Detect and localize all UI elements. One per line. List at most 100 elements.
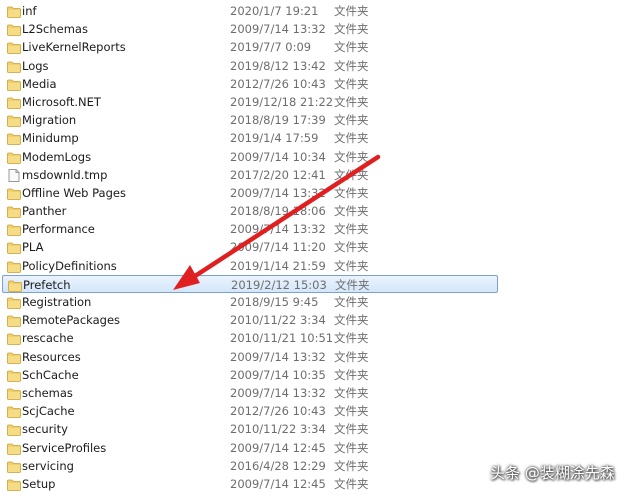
- folder-icon: [7, 405, 21, 419]
- file-name: PolicyDefinitions: [22, 258, 117, 273]
- file-row[interactable]: RemotePackages 2010/11/22 3:34 文件夹: [0, 311, 640, 329]
- modified-date: 2009/7/14 12:45: [230, 440, 326, 455]
- item-type: 文件夹: [334, 349, 369, 364]
- file-name: ServiceProfiles: [22, 440, 107, 455]
- modified-date: 2009/7/14 13:32: [230, 185, 326, 200]
- item-type: 文件夹: [334, 4, 369, 18]
- item-type: 文件夹: [334, 167, 369, 182]
- modified-date: 2019/12/18 21:22: [230, 94, 334, 109]
- item-type: 文件夹: [334, 40, 369, 55]
- file-row[interactable]: PLA 2009/7/14 11:20 文件夹: [0, 238, 640, 256]
- modified-date: 2019/2/12 15:03: [231, 277, 327, 292]
- item-type: 文件夹: [334, 149, 369, 164]
- folder-icon: [8, 279, 22, 292]
- modified-date: 2018/8/19 18:06: [230, 204, 326, 219]
- folder-icon: [7, 5, 21, 18]
- modified-date: 2009/7/14 10:34: [230, 149, 326, 164]
- modified-date: 2017/2/20 12:41: [230, 167, 326, 182]
- file-row[interactable]: Performance 2009/7/14 13:32 文件夹: [0, 220, 640, 238]
- file-row[interactable]: rescache 2010/11/21 10:51 文件夹: [0, 329, 640, 347]
- file-row[interactable]: msdownld.tmp 2017/2/20 12:41 文件夹: [0, 166, 640, 184]
- modified-date: 2009/7/14 12:45: [230, 476, 326, 491]
- folder-icon: [7, 314, 21, 328]
- modified-date: 2018/9/15 9:45: [230, 295, 319, 309]
- folder-icon: [7, 369, 21, 382]
- modified-date: 2019/1/4 17:59: [230, 131, 319, 146]
- modified-date: 2009/7/14 13:32: [230, 385, 326, 400]
- modified-date: 2009/7/14 13:32: [230, 222, 326, 237]
- folder-icon: [7, 260, 21, 273]
- file-row[interactable]: security 2010/11/22 3:34 文件夹: [0, 420, 640, 438]
- item-type: 文件夹: [334, 404, 369, 419]
- file-name: rescache: [22, 331, 74, 346]
- folder-icon: [7, 296, 21, 309]
- file-row-selected[interactable]: Prefetch 2019/2/12 15:03 文件夹: [2, 274, 498, 293]
- file-row[interactable]: Registration 2018/9/15 9:45 文件夹: [0, 293, 640, 311]
- item-type: 文件夹: [334, 58, 369, 73]
- item-type: 文件夹: [334, 222, 369, 237]
- file-name: Minidump: [22, 131, 79, 146]
- folder-icon: [7, 114, 21, 128]
- folder-icon: [7, 78, 21, 91]
- folder-icon: [7, 478, 21, 491]
- file-name: Offline Web Pages: [22, 185, 126, 200]
- folder-icon: [7, 187, 21, 200]
- modified-date: 2018/8/19 17:39: [230, 113, 326, 128]
- file-list: inf 2020/1/7 19:21 文件夹 L2Schemas 2009/7/14 1…: [0, 2, 640, 493]
- file-row[interactable]: PolicyDefinitions 2019/1/14 21:59 文件夹: [0, 257, 640, 275]
- modified-date: 2009/7/14 11:20: [230, 240, 326, 255]
- file-row[interactable]: LiveKernelReports 2019/7/7 0:09 文件夹: [0, 38, 640, 56]
- folder-icon: [7, 241, 21, 255]
- item-type: 文件夹: [334, 131, 369, 146]
- folder-icon: [7, 96, 21, 109]
- item-type: 文件夹: [334, 113, 369, 128]
- modified-date: 2020/1/7 19:21: [230, 4, 319, 18]
- item-type: 文件夹: [334, 295, 369, 309]
- item-type: 文件夹: [334, 258, 369, 273]
- item-type: 文件夹: [334, 440, 369, 455]
- folder-icon: [7, 223, 21, 237]
- file-row[interactable]: Resources 2009/7/14 13:32 文件夹: [0, 348, 640, 366]
- item-type: 文件夹: [335, 277, 370, 292]
- file-row[interactable]: Minidump 2019/1/4 17:59 文件夹: [0, 129, 640, 147]
- file-name: security: [22, 422, 68, 437]
- file-row[interactable]: Logs 2019/8/12 13:42 文件夹: [0, 57, 640, 75]
- file-name: L2Schemas: [22, 22, 88, 37]
- file-row[interactable]: ModemLogs 2009/7/14 10:34 文件夹: [0, 148, 640, 166]
- file-name: msdownld.tmp: [22, 167, 108, 182]
- file-name: Panther: [22, 204, 67, 219]
- item-type: 文件夹: [334, 422, 369, 437]
- file-name: Migration: [22, 113, 77, 128]
- item-type: 文件夹: [334, 94, 369, 109]
- file-row[interactable]: inf 2020/1/7 19:21 文件夹: [0, 2, 640, 20]
- file-name: Logs: [22, 58, 49, 73]
- file-name: schemas: [22, 385, 73, 400]
- file-row[interactable]: Migration 2018/8/19 17:39 文件夹: [0, 111, 640, 129]
- folder-icon: [7, 205, 21, 218]
- modified-date: 2019/8/12 13:42: [230, 58, 326, 73]
- file-row[interactable]: ScjCache 2012/7/26 10:43 文件夹: [0, 402, 640, 420]
- item-type: 文件夹: [334, 367, 369, 382]
- item-type: 文件夹: [334, 22, 369, 37]
- modified-date: 2019/7/7 0:09: [230, 40, 312, 55]
- item-type: 文件夹: [334, 240, 369, 255]
- modified-date: 2010/11/22 3:34: [230, 313, 326, 328]
- file-name: Performance: [22, 222, 95, 237]
- file-row[interactable]: Panther 2018/8/19 18:06 文件夹: [0, 202, 640, 220]
- file-row[interactable]: ServiceProfiles 2009/7/14 12:45 文件夹: [0, 439, 640, 457]
- modified-date: 2010/11/21 10:51: [230, 331, 334, 346]
- file-row[interactable]: Microsoft.NET 2019/12/18 21:22 文件夹: [0, 93, 640, 111]
- file-row[interactable]: Media 2012/7/26 10:43 文件夹: [0, 75, 640, 93]
- item-type: 文件夹: [334, 313, 369, 328]
- folder-icon: [7, 132, 21, 146]
- file-name: Microsoft.NET: [22, 94, 101, 109]
- item-type: 文件夹: [334, 331, 369, 346]
- folder-icon: [7, 423, 21, 437]
- folder-icon: [7, 442, 21, 455]
- file-row[interactable]: Offline Web Pages 2009/7/14 13:32 文件夹: [0, 184, 640, 202]
- file-row[interactable]: SchCache 2009/7/14 10:35 文件夹: [0, 366, 640, 384]
- folder-icon: [7, 41, 21, 55]
- file-row[interactable]: L2Schemas 2009/7/14 13:32 文件夹: [0, 20, 640, 38]
- file-row[interactable]: schemas 2009/7/14 13:32 文件夹: [0, 384, 640, 402]
- file-name: servicing: [22, 458, 74, 473]
